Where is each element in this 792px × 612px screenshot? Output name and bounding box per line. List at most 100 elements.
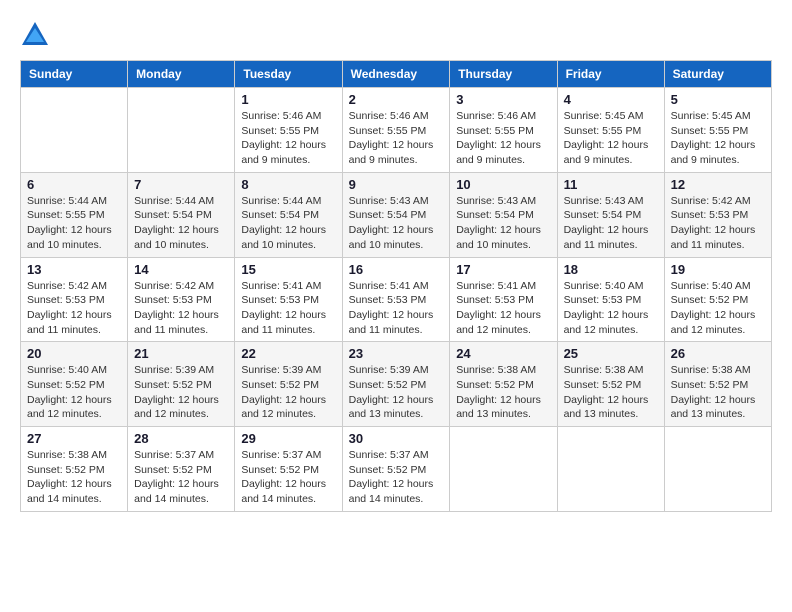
day-info: Sunrise: 5:38 AM Sunset: 5:52 PM Dayligh… <box>671 363 765 422</box>
calendar-cell: 18 Sunrise: 5:40 AM Sunset: 5:53 PM Dayli… <box>557 257 664 342</box>
day-info: Sunrise: 5:37 AM Sunset: 5:52 PM Dayligh… <box>134 448 228 507</box>
day-info: Sunrise: 5:43 AM Sunset: 5:54 PM Dayligh… <box>349 194 444 253</box>
day-info: Sunrise: 5:43 AM Sunset: 5:54 PM Dayligh… <box>456 194 550 253</box>
calendar-cell: 22Sunrise: 5:39 AM Sunset: 5:52 PM Dayli… <box>235 342 342 427</box>
calendar-cell: 17 Sunrise: 5:41 AM Sunset: 5:53 PM Dayli… <box>450 257 557 342</box>
calendar-cell: 8Sunrise: 5:44 AM Sunset: 5:54 PM Daylig… <box>235 172 342 257</box>
day-number: 2 <box>349 92 444 107</box>
calendar-body: 1 Sunrise: 5:46 AM Sunset: 5:55 PM Daylig… <box>21 88 772 512</box>
calendar-cell: 25 Sunrise: 5:38 AM Sunset: 5:52 PM Dayli… <box>557 342 664 427</box>
day-number: 28 <box>134 431 228 446</box>
day-header-friday: Friday <box>557 61 664 88</box>
day-number: 27 <box>27 431 121 446</box>
week-row-5: 27 Sunrise: 5:38 AM Sunset: 5:52 PM Dayli… <box>21 427 772 512</box>
day-number: 10 <box>456 177 550 192</box>
day-number: 6 <box>27 177 121 192</box>
day-info: Sunrise: 5:42 AM Sunset: 5:53 PM Dayligh… <box>134 279 228 338</box>
day-info: Sunrise: 5:40 AM Sunset: 5:52 PM Dayligh… <box>671 279 765 338</box>
day-header-sunday: Sunday <box>21 61 128 88</box>
calendar-cell: 3 Sunrise: 5:46 AM Sunset: 5:55 PM Daylig… <box>450 88 557 173</box>
calendar-cell: 4 Sunrise: 5:45 AM Sunset: 5:55 PM Daylig… <box>557 88 664 173</box>
calendar-cell: 1 Sunrise: 5:46 AM Sunset: 5:55 PM Daylig… <box>235 88 342 173</box>
day-info: Sunrise: 5:37 AM Sunset: 5:52 PM Dayligh… <box>349 448 444 507</box>
day-number: 25 <box>564 346 658 361</box>
logo-icon <box>20 20 50 50</box>
day-number: 22 <box>241 346 335 361</box>
day-info: Sunrise: 5:46 AM Sunset: 5:55 PM Dayligh… <box>349 109 444 168</box>
week-row-3: 13 Sunrise: 5:42 AM Sunset: 5:53 PM Dayli… <box>21 257 772 342</box>
header-row: SundayMondayTuesdayWednesdayThursdayFrid… <box>21 61 772 88</box>
day-number: 26 <box>671 346 765 361</box>
day-header-tuesday: Tuesday <box>235 61 342 88</box>
calendar-cell: 28 Sunrise: 5:37 AM Sunset: 5:52 PM Dayli… <box>128 427 235 512</box>
day-number: 29 <box>241 431 335 446</box>
calendar: SundayMondayTuesdayWednesdayThursdayFrid… <box>20 60 772 512</box>
calendar-header: SundayMondayTuesdayWednesdayThursdayFrid… <box>21 61 772 88</box>
day-info: Sunrise: 5:40 AM Sunset: 5:53 PM Dayligh… <box>564 279 658 338</box>
week-row-1: 1 Sunrise: 5:46 AM Sunset: 5:55 PM Daylig… <box>21 88 772 173</box>
calendar-cell: 10 Sunrise: 5:43 AM Sunset: 5:54 PM Dayli… <box>450 172 557 257</box>
calendar-cell: 14 Sunrise: 5:42 AM Sunset: 5:53 PM Dayli… <box>128 257 235 342</box>
day-number: 24 <box>456 346 550 361</box>
calendar-cell <box>21 88 128 173</box>
day-number: 14 <box>134 262 228 277</box>
calendar-cell: 5 Sunrise: 5:45 AM Sunset: 5:55 PM Daylig… <box>664 88 771 173</box>
calendar-cell: 30 Sunrise: 5:37 AM Sunset: 5:52 PM Dayli… <box>342 427 450 512</box>
calendar-cell: 2 Sunrise: 5:46 AM Sunset: 5:55 PM Daylig… <box>342 88 450 173</box>
day-info: Sunrise: 5:39 AM Sunset: 5:52 PM Dayligh… <box>134 363 228 422</box>
day-number: 12 <box>671 177 765 192</box>
calendar-cell: 19Sunrise: 5:40 AM Sunset: 5:52 PM Dayli… <box>664 257 771 342</box>
day-info: Sunrise: 5:46 AM Sunset: 5:55 PM Dayligh… <box>456 109 550 168</box>
calendar-cell: 20 Sunrise: 5:40 AM Sunset: 5:52 PM Dayli… <box>21 342 128 427</box>
day-info: Sunrise: 5:41 AM Sunset: 5:53 PM Dayligh… <box>241 279 335 338</box>
day-number: 30 <box>349 431 444 446</box>
day-number: 20 <box>27 346 121 361</box>
calendar-cell: 7Sunrise: 5:44 AM Sunset: 5:54 PM Daylig… <box>128 172 235 257</box>
day-number: 3 <box>456 92 550 107</box>
day-number: 16 <box>349 262 444 277</box>
week-row-4: 20 Sunrise: 5:40 AM Sunset: 5:52 PM Dayli… <box>21 342 772 427</box>
day-number: 1 <box>241 92 335 107</box>
calendar-cell <box>557 427 664 512</box>
header <box>20 20 772 50</box>
day-number: 18 <box>564 262 658 277</box>
day-header-wednesday: Wednesday <box>342 61 450 88</box>
day-number: 8 <box>241 177 335 192</box>
day-number: 9 <box>349 177 444 192</box>
day-info: Sunrise: 5:41 AM Sunset: 5:53 PM Dayligh… <box>349 279 444 338</box>
day-number: 21 <box>134 346 228 361</box>
day-info: Sunrise: 5:38 AM Sunset: 5:52 PM Dayligh… <box>456 363 550 422</box>
day-number: 15 <box>241 262 335 277</box>
day-info: Sunrise: 5:45 AM Sunset: 5:55 PM Dayligh… <box>671 109 765 168</box>
calendar-cell: 21 Sunrise: 5:39 AM Sunset: 5:52 PM Dayli… <box>128 342 235 427</box>
day-info: Sunrise: 5:43 AM Sunset: 5:54 PM Dayligh… <box>564 194 658 253</box>
day-info: Sunrise: 5:38 AM Sunset: 5:52 PM Dayligh… <box>564 363 658 422</box>
calendar-cell <box>128 88 235 173</box>
day-header-saturday: Saturday <box>664 61 771 88</box>
week-row-2: 6 Sunrise: 5:44 AM Sunset: 5:55 PM Daylig… <box>21 172 772 257</box>
logo <box>20 20 55 50</box>
day-info: Sunrise: 5:42 AM Sunset: 5:53 PM Dayligh… <box>671 194 765 253</box>
day-number: 4 <box>564 92 658 107</box>
day-info: Sunrise: 5:45 AM Sunset: 5:55 PM Dayligh… <box>564 109 658 168</box>
day-header-monday: Monday <box>128 61 235 88</box>
calendar-cell: 16 Sunrise: 5:41 AM Sunset: 5:53 PM Dayli… <box>342 257 450 342</box>
day-number: 11 <box>564 177 658 192</box>
day-info: Sunrise: 5:40 AM Sunset: 5:52 PM Dayligh… <box>27 363 121 422</box>
calendar-cell: 24 Sunrise: 5:38 AM Sunset: 5:52 PM Dayli… <box>450 342 557 427</box>
day-info: Sunrise: 5:39 AM Sunset: 5:52 PM Dayligh… <box>349 363 444 422</box>
day-info: Sunrise: 5:41 AM Sunset: 5:53 PM Dayligh… <box>456 279 550 338</box>
day-number: 5 <box>671 92 765 107</box>
day-number: 7 <box>134 177 228 192</box>
calendar-cell <box>664 427 771 512</box>
day-info: Sunrise: 5:44 AM Sunset: 5:55 PM Dayligh… <box>27 194 121 253</box>
day-number: 13 <box>27 262 121 277</box>
day-header-thursday: Thursday <box>450 61 557 88</box>
day-number: 17 <box>456 262 550 277</box>
day-info: Sunrise: 5:42 AM Sunset: 5:53 PM Dayligh… <box>27 279 121 338</box>
calendar-cell: 26 Sunrise: 5:38 AM Sunset: 5:52 PM Dayli… <box>664 342 771 427</box>
day-info: Sunrise: 5:46 AM Sunset: 5:55 PM Dayligh… <box>241 109 335 168</box>
day-info: Sunrise: 5:38 AM Sunset: 5:52 PM Dayligh… <box>27 448 121 507</box>
calendar-cell: 13 Sunrise: 5:42 AM Sunset: 5:53 PM Dayli… <box>21 257 128 342</box>
calendar-cell: 15 Sunrise: 5:41 AM Sunset: 5:53 PM Dayli… <box>235 257 342 342</box>
